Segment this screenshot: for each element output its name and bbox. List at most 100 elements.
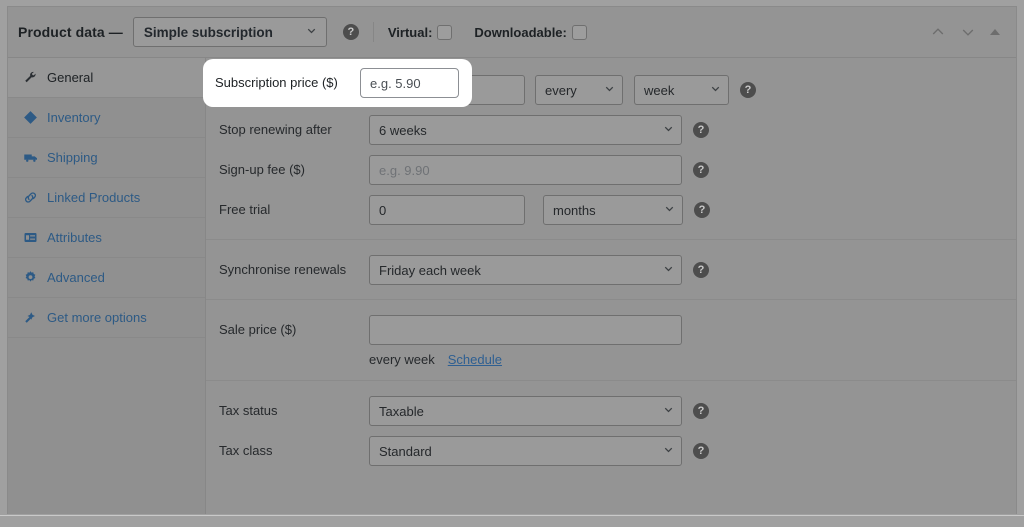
option-group-sync: Synchronise renewals Friday each week ? bbox=[206, 239, 1016, 299]
chevron-down-icon bbox=[657, 202, 676, 218]
sidebar-item-shipping[interactable]: Shipping bbox=[8, 138, 205, 178]
sidebar-item-get-more-options[interactable]: Get more options bbox=[8, 298, 205, 338]
chevron-down-icon bbox=[656, 262, 675, 278]
sidebar-item-label: Advanced bbox=[47, 270, 105, 285]
tax-status-select[interactable]: Taxable bbox=[369, 396, 682, 426]
product-type-select[interactable]: Simple subscription bbox=[132, 17, 327, 47]
downloadable-field: Downloadable: bbox=[474, 24, 587, 40]
chevron-down-icon bbox=[305, 24, 318, 40]
chevron-down-icon bbox=[656, 122, 675, 138]
collapse-toggle-icon[interactable] bbox=[990, 29, 1000, 35]
sync-renewals-label: Synchronise renewals bbox=[219, 261, 347, 277]
subscription-price-label-highlighted: Subscription price ($) bbox=[215, 74, 338, 90]
help-icon[interactable]: ? bbox=[693, 162, 709, 178]
chevron-down-icon bbox=[703, 82, 722, 98]
virtual-field: Virtual: bbox=[387, 24, 453, 40]
signup-fee-row: Sign-up fee ($) e.g. 9.90 ? bbox=[206, 150, 1016, 190]
free-trial-value: 0 bbox=[379, 202, 387, 218]
spotlight-subscription-price: Subscription price ($) e.g. 5.90 bbox=[203, 59, 472, 107]
tax-class-select[interactable]: Standard bbox=[369, 436, 682, 466]
subscription-period-select[interactable]: week bbox=[634, 75, 729, 105]
sidebar-item-attributes[interactable]: Attributes bbox=[8, 218, 205, 258]
product-data-tabs: General Inventory Shipping Linked Produc… bbox=[8, 58, 206, 514]
sync-renewals-row: Synchronise renewals Friday each week ? bbox=[206, 250, 1016, 290]
downloadable-label: Downloadable: bbox=[474, 24, 567, 40]
page-title: Product data — bbox=[18, 24, 123, 40]
truck-icon bbox=[22, 150, 39, 166]
sale-price-label: Sale price ($) bbox=[219, 321, 297, 337]
schedule-link[interactable]: Schedule bbox=[448, 352, 502, 367]
stop-renewing-select[interactable]: 6 weeks bbox=[369, 115, 682, 145]
help-icon[interactable]: ? bbox=[693, 403, 709, 419]
tax-status-value: Taxable bbox=[379, 403, 424, 419]
stop-renewing-value: 6 weeks bbox=[379, 122, 427, 138]
tax-status-label: Tax status bbox=[219, 402, 278, 418]
move-up-icon[interactable] bbox=[930, 24, 946, 40]
tabs-filler bbox=[8, 338, 205, 474]
free-trial-row: Free trial 0 months ? bbox=[206, 190, 1016, 230]
downloadable-checkbox[interactable] bbox=[571, 24, 587, 40]
header-actions bbox=[930, 24, 1004, 40]
sidebar-item-inventory[interactable]: Inventory bbox=[8, 98, 205, 138]
help-icon[interactable]: ? bbox=[694, 202, 710, 218]
subscription-period-value: week bbox=[644, 82, 675, 98]
sidebar-item-general[interactable]: General bbox=[8, 58, 205, 98]
subscription-interval-select[interactable]: every bbox=[535, 75, 623, 105]
help-icon[interactable]: ? bbox=[693, 122, 709, 138]
sale-price-note: every week bbox=[369, 352, 435, 367]
virtual-checkbox[interactable] bbox=[437, 24, 453, 40]
chevron-down-icon bbox=[656, 403, 675, 419]
sale-price-row: Sale price ($) bbox=[206, 310, 1016, 350]
free-trial-label: Free trial bbox=[219, 201, 271, 217]
move-down-icon[interactable] bbox=[960, 24, 976, 40]
sync-renewals-value: Friday each week bbox=[379, 262, 481, 278]
gear-icon bbox=[22, 270, 39, 286]
subscription-price-input-highlighted[interactable]: e.g. 5.90 bbox=[360, 68, 459, 98]
chevron-down-icon bbox=[597, 82, 616, 98]
stop-renewing-row: Stop renewing after 6 weeks ? bbox=[206, 110, 1016, 150]
option-group-tax: Tax status Taxable ? Tax class Standard bbox=[206, 380, 1016, 480]
signup-fee-placeholder: e.g. 9.90 bbox=[379, 162, 430, 178]
header-divider bbox=[372, 22, 374, 42]
tag-icon bbox=[22, 110, 39, 126]
sidebar-item-label: Shipping bbox=[47, 150, 98, 165]
virtual-label: Virtual: bbox=[387, 24, 433, 40]
help-icon[interactable]: ? bbox=[740, 82, 756, 98]
tax-class-label: Tax class bbox=[219, 442, 273, 458]
sidebar-item-linked-products[interactable]: Linked Products bbox=[8, 178, 205, 218]
sale-price-input[interactable] bbox=[369, 315, 682, 345]
help-icon[interactable]: ? bbox=[342, 24, 359, 40]
screen: Product data — Simple subscription ? Vir… bbox=[0, 0, 1024, 527]
product-data-panel: Product data — Simple subscription ? Vir… bbox=[7, 6, 1017, 514]
sidebar-item-label: Attributes bbox=[47, 230, 102, 245]
product-data-body: General Inventory Shipping Linked Produc… bbox=[8, 58, 1016, 514]
sidebar-item-label: Inventory bbox=[47, 110, 101, 125]
sync-renewals-select[interactable]: Friday each week bbox=[369, 255, 682, 285]
subscription-price-placeholder-highlighted: e.g. 5.90 bbox=[370, 75, 421, 91]
sidebar-item-label: Linked Products bbox=[47, 190, 141, 205]
sidebar-item-label: Get more options bbox=[47, 310, 147, 325]
free-trial-period-value: months bbox=[553, 202, 596, 218]
options-area: Subscription price ($) e.g. 5.90 every w… bbox=[206, 58, 1016, 514]
sidebar-item-label: General bbox=[47, 70, 94, 85]
free-trial-input[interactable]: 0 bbox=[369, 195, 525, 225]
link-icon bbox=[22, 190, 39, 206]
help-icon[interactable]: ? bbox=[693, 262, 709, 278]
free-trial-period-select[interactable]: months bbox=[543, 195, 683, 225]
product-data-header: Product data — Simple subscription ? Vir… bbox=[8, 7, 1016, 58]
bottom-strip bbox=[0, 515, 1024, 527]
wrench-icon bbox=[22, 70, 39, 86]
sidebar-item-advanced[interactable]: Advanced bbox=[8, 258, 205, 298]
signup-fee-label: Sign-up fee ($) bbox=[219, 161, 305, 177]
star-icon bbox=[22, 310, 39, 326]
stop-renewing-label: Stop renewing after bbox=[219, 121, 332, 137]
tax-class-value: Standard bbox=[379, 443, 432, 459]
sale-price-subrow: every week Schedule bbox=[206, 350, 1016, 371]
option-group-sale-price: Sale price ($) every week Schedule bbox=[206, 299, 1016, 380]
subscription-interval-value: every bbox=[545, 82, 577, 98]
tax-class-row: Tax class Standard ? bbox=[206, 431, 1016, 471]
tax-status-row: Tax status Taxable ? bbox=[206, 391, 1016, 431]
help-icon[interactable]: ? bbox=[693, 443, 709, 459]
signup-fee-input[interactable]: e.g. 9.90 bbox=[369, 155, 682, 185]
list-icon bbox=[22, 230, 39, 246]
